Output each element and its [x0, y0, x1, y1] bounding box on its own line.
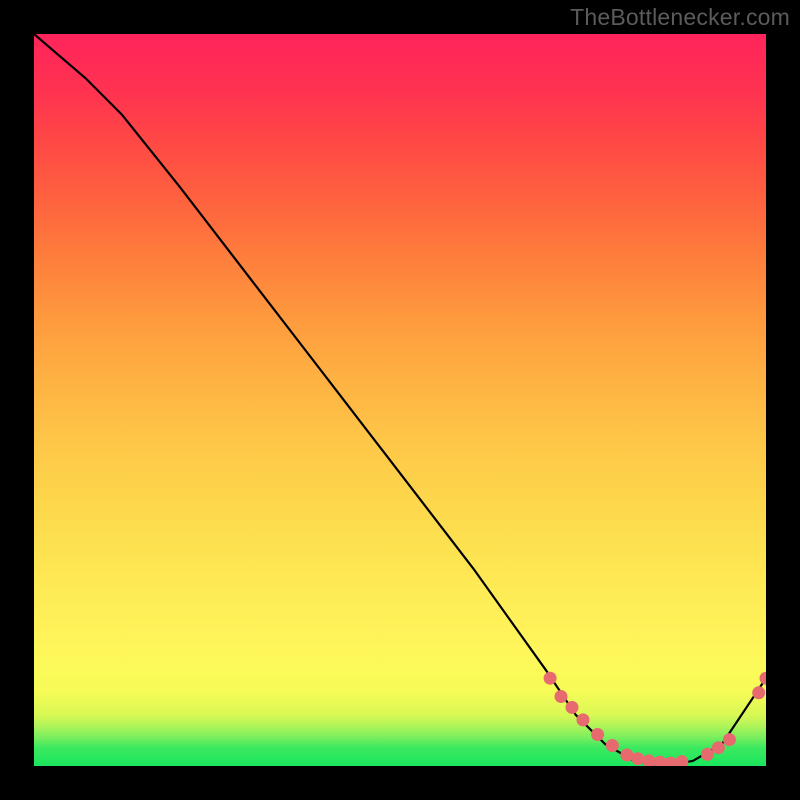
highlight-dot [701, 748, 714, 761]
highlight-dot [712, 741, 725, 754]
highlight-dot [566, 701, 579, 714]
highlight-dot [723, 733, 736, 746]
watermark-text: TheBottlenecker.com [570, 4, 790, 31]
highlight-dot [577, 713, 590, 726]
curve-svg [34, 34, 766, 766]
highlight-dot [675, 755, 688, 766]
bottleneck-curve [34, 34, 766, 766]
highlight-dot [631, 752, 644, 765]
chart-frame: TheBottlenecker.com [0, 0, 800, 800]
plot-area [34, 34, 766, 766]
highlight-dot [642, 754, 655, 766]
highlight-dot [606, 739, 619, 752]
highlight-dot [620, 749, 633, 762]
highlight-dot [555, 690, 568, 703]
highlight-dot [544, 672, 557, 685]
highlight-dot [752, 686, 765, 699]
highlight-dot [591, 728, 604, 741]
highlight-dots [544, 672, 766, 766]
highlight-dot [760, 672, 767, 685]
